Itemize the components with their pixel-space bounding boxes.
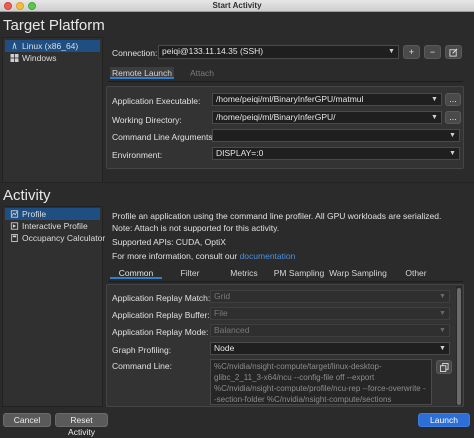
options-scrollbar-thumb[interactable] <box>457 288 461 405</box>
tab-divider <box>108 81 463 82</box>
platform-label: Linux (x86_64) <box>22 41 79 51</box>
cancel-button[interactable]: Cancel <box>3 413 51 427</box>
platform-item-linux[interactable]: Linux (x86_64) <box>5 40 100 52</box>
replay-match-label: Application Replay Match: <box>112 293 211 303</box>
tab-divider <box>108 281 463 282</box>
add-connection-button[interactable]: + <box>403 45 420 59</box>
command-line-label: Command Line: <box>112 361 173 371</box>
chevron-down-icon: ▼ <box>449 150 456 157</box>
activity-heading: Activity <box>3 187 51 204</box>
chevron-down-icon: ▼ <box>439 293 446 300</box>
reset-activity-button[interactable]: Reset Activity <box>55 413 108 437</box>
replay-buffer-value: File <box>214 308 228 318</box>
activity-item-interactive-profile[interactable]: Interactive Profile <box>5 220 100 232</box>
replay-buffer-select[interactable]: File ▼ <box>210 307 450 320</box>
activity-item-profile[interactable]: Profile <box>5 208 100 220</box>
activity-item-occupancy-calculator[interactable]: Occupancy Calculator <box>5 232 105 244</box>
activity-description: Profile an application using the command… <box>112 211 442 233</box>
workdir-select[interactable]: /home/peiqi/ml/BinaryInferGPU/ ▼ <box>212 111 442 124</box>
browse-exe-button[interactable]: ... <box>445 93 461 106</box>
tab-remote-launch[interactable]: Remote Launch <box>110 67 174 79</box>
edit-connection-button[interactable] <box>445 45 462 59</box>
tab-other[interactable]: Other <box>390 267 442 279</box>
graph-profiling-select[interactable]: Node ▼ <box>210 342 450 355</box>
workdir-value: /home/peiqi/ml/BinaryInferGPU/ <box>216 112 336 122</box>
activity-list: Profile Interactive Profile Occupancy Ca… <box>2 206 105 407</box>
chevron-down-icon: ▼ <box>431 96 438 103</box>
more-info-text: For more information, consult our docume… <box>112 250 295 262</box>
target-platform-heading: Target Platform <box>3 17 105 34</box>
copy-icon <box>439 363 449 372</box>
tab-pm-sampling[interactable]: PM Sampling <box>272 267 326 279</box>
app-exe-label: Application Executable: <box>112 96 201 106</box>
tab-metrics[interactable]: Metrics <box>218 267 270 279</box>
edit-icon <box>449 48 458 57</box>
launch-button[interactable]: Launch <box>418 413 470 427</box>
activity-label: Profile <box>22 209 47 219</box>
activity-label: Occupancy Calculator <box>22 233 106 243</box>
window-title: Start Activity <box>212 1 262 10</box>
args-label: Command Line Arguments: <box>112 132 215 142</box>
linux-icon <box>12 42 17 50</box>
browse-workdir-button[interactable]: ... <box>445 111 461 124</box>
platform-label: Windows <box>22 53 57 63</box>
command-line-text[interactable]: %C/nvidia/nsight-compute/target/linux-de… <box>210 359 432 405</box>
supported-apis: Supported APIs: CUDA, OptiX <box>112 237 226 247</box>
windows-icon <box>10 54 19 62</box>
chevron-down-icon: ▼ <box>449 132 456 139</box>
connection-label: Connection: <box>112 48 158 58</box>
tab-attach[interactable]: Attach <box>176 67 228 79</box>
replay-mode-label: Application Replay Mode: <box>112 327 209 337</box>
app-exe-select[interactable]: /home/peiqi/ml/BinaryInferGPU/matmul ▼ <box>212 93 442 106</box>
platform-item-windows[interactable]: Windows <box>5 52 100 64</box>
remove-connection-button[interactable]: − <box>424 45 441 59</box>
platform-list: Linux (x86_64) Windows <box>2 37 103 183</box>
activity-label: Interactive Profile <box>22 221 88 231</box>
tab-common[interactable]: Common <box>110 267 162 279</box>
tab-warp-sampling[interactable]: Warp Sampling <box>328 267 388 279</box>
chevron-down-icon: ▼ <box>388 48 395 55</box>
workdir-label: Working Directory: <box>112 115 182 125</box>
replay-mode-value: Balanced <box>214 325 250 335</box>
connection-value: peiqi@133.11.14.35 (SSH) <box>162 46 264 56</box>
interactive-profile-icon <box>10 222 19 230</box>
app-exe-value: /home/peiqi/ml/BinaryInferGPU/matmul <box>216 94 364 104</box>
chevron-down-icon: ▼ <box>439 327 446 334</box>
chevron-down-icon: ▼ <box>431 114 438 121</box>
profile-icon <box>10 210 19 218</box>
connection-select[interactable]: peiqi@133.11.14.35 (SSH) ▼ <box>158 45 399 59</box>
replay-match-value: Grid <box>214 291 231 301</box>
minus-icon: − <box>429 47 436 57</box>
replay-buffer-label: Application Replay Buffer: <box>112 310 210 320</box>
more-info-prefix: For more information, consult our <box>112 251 238 261</box>
calculator-icon <box>11 234 18 242</box>
env-label: Environment: <box>112 150 163 160</box>
copy-command-button[interactable] <box>436 360 452 374</box>
tab-filter[interactable]: Filter <box>164 267 216 279</box>
plus-icon: + <box>408 47 415 57</box>
graph-profiling-label: Graph Profiling: <box>112 345 172 355</box>
section-divider <box>0 182 474 183</box>
graph-profiling-value: Node <box>214 343 235 353</box>
replay-mode-select[interactable]: Balanced ▼ <box>210 324 450 337</box>
args-select[interactable]: ▼ <box>212 129 460 142</box>
chevron-down-icon: ▼ <box>439 310 446 317</box>
env-value: DISPLAY=:0 <box>216 148 264 158</box>
documentation-link[interactable]: documentation <box>240 251 296 261</box>
chevron-down-icon: ▼ <box>439 345 446 352</box>
replay-match-select[interactable]: Grid ▼ <box>210 290 450 303</box>
env-select[interactable]: DISPLAY=:0 ▼ <box>212 147 460 160</box>
